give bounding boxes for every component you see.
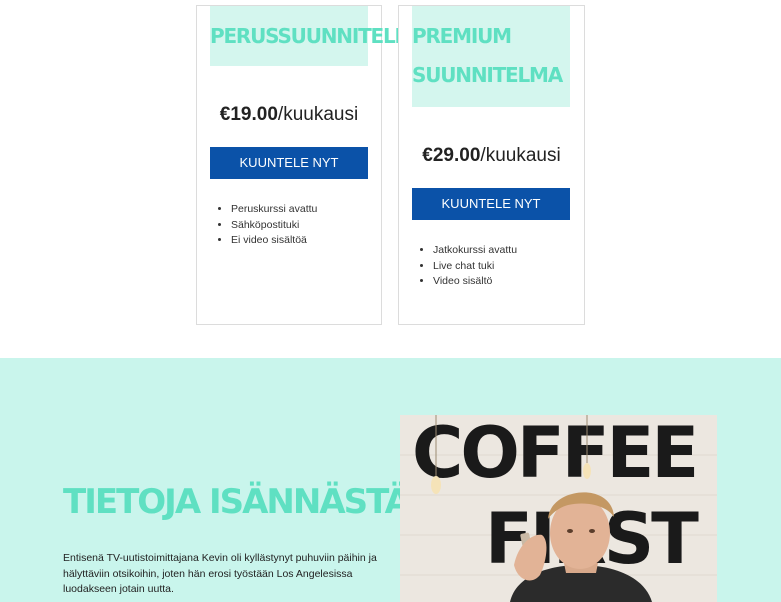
sign-text-line-1: COFFEE [412, 415, 696, 494]
about-text: Entisenä TV-uutistoimittajana Kevin oli … [63, 552, 377, 595]
plan-title: PREMIUM SUUNNITELMA [412, 6, 570, 107]
price-amount: €19.00 [219, 104, 278, 125]
about-host-section: TIETOJA ISÄNNÄSTÄ Entisenä TV-uutistoimi… [0, 358, 781, 602]
feature-item: Jatkokurssi avattu [433, 243, 517, 259]
listen-now-button[interactable]: KUUNTELE NYT [412, 188, 570, 220]
price-period: /kuukausi [277, 104, 359, 125]
price-period: /kuukausi [480, 145, 561, 166]
feature-list: Peruskurssi avattu Sähköpostituki Ei vid… [210, 202, 317, 249]
plan-card-basic: PERUSSUUNNITELMA €19.00/kuukausi KUUNTEL… [196, 5, 429, 325]
feature-item: Video sisältö [433, 274, 517, 290]
plan-price: €29.00/kuukausi [399, 145, 584, 167]
host-photo: COFFEE FIRST [400, 415, 717, 602]
plan-title: PERUSSUUNNITELMA [210, 6, 429, 66]
feature-list: Jatkokurssi avattu Live chat tuki Video … [412, 243, 517, 290]
feature-item: Sähköpostituki [231, 218, 317, 234]
listen-now-button[interactable]: KUUNTELE NYT [210, 147, 368, 179]
plan-card-premium: PREMIUM SUUNNITELMA €29.00/kuukausi KUUN… [398, 5, 585, 325]
feature-item: Ei video sisältöä [231, 233, 317, 249]
about-heading: TIETOJA ISÄNNÄSTÄ [63, 482, 411, 522]
feature-item: Live chat tuki [433, 259, 517, 275]
plan-price: €19.00/kuukausi [197, 104, 381, 126]
price-amount: €29.00 [422, 145, 481, 166]
pricing-section: PERUSSUUNNITELMA €19.00/kuukausi KUUNTEL… [0, 0, 781, 358]
feature-item: Peruskurssi avattu [231, 202, 317, 218]
